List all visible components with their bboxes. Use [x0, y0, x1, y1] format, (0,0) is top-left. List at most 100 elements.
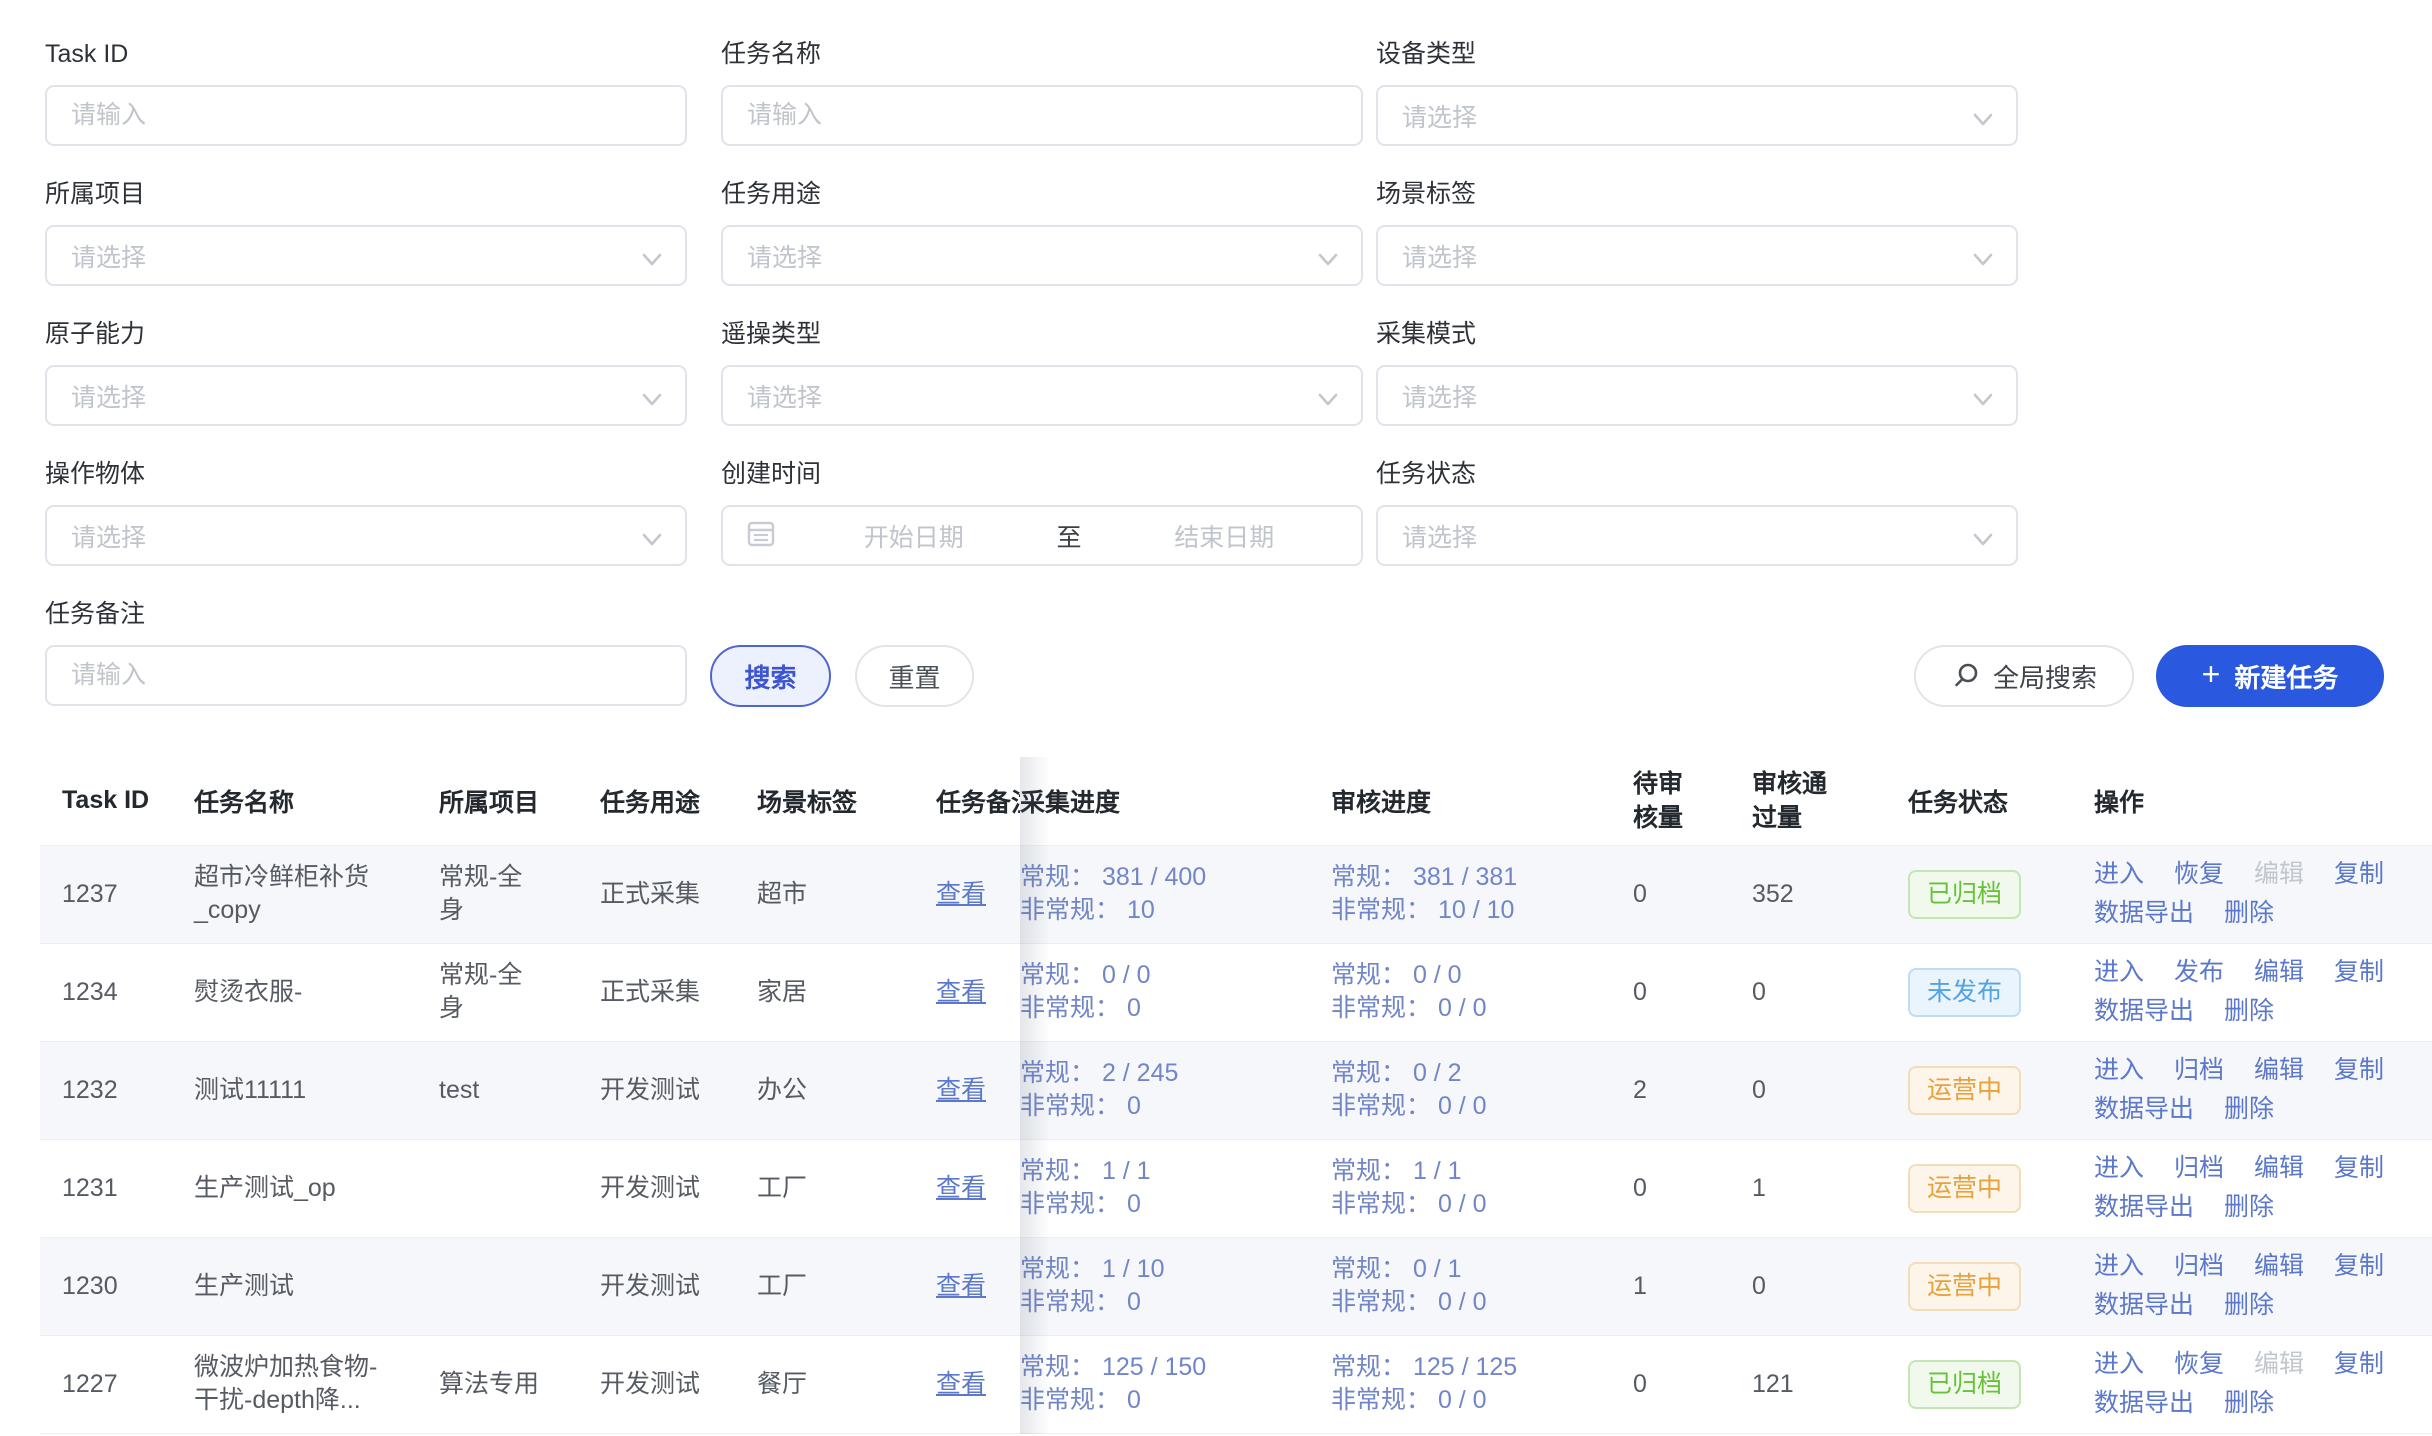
cell-project	[439, 1237, 600, 1335]
select-placeholder: 请选择	[1378, 378, 2016, 414]
cell-approved-count: 121	[1748, 1335, 1908, 1433]
cell-review-progress-irregular: 非常规： 0 / 0	[1331, 1188, 1605, 1221]
action-link[interactable]: 数据导出	[2094, 1093, 2194, 1126]
filter-label: 设备类型	[1376, 40, 2018, 68]
action-link[interactable]: 进入	[2094, 858, 2144, 891]
action-link: 编辑	[2254, 1348, 2304, 1381]
action-link[interactable]: 编辑	[2254, 1152, 2304, 1185]
view-remark-link[interactable]: 查看	[936, 978, 986, 1006]
date-separator: 至	[1051, 518, 1088, 554]
cell-remark: 查看	[924, 1139, 1020, 1237]
cell-remark: 查看	[924, 1237, 1020, 1335]
filter-label: 任务状态	[1376, 460, 2018, 488]
cell-project: test	[439, 1041, 600, 1139]
task-table: Task ID 任务名称 所属项目 任务用途 场景标签 任务备注 采集进度 审核…	[40, 757, 2432, 1434]
action-link[interactable]: 恢复	[2174, 1348, 2224, 1381]
view-remark-link[interactable]: 查看	[936, 1174, 986, 1202]
cell-project: 算法专用	[439, 1335, 600, 1433]
action-link[interactable]: 进入	[2094, 1348, 2144, 1381]
task-purpose-select[interactable]: 请选择	[721, 225, 1363, 286]
action-link[interactable]: 归档	[2174, 1250, 2224, 1283]
view-remark-link[interactable]: 查看	[936, 1272, 986, 1300]
action-link[interactable]: 数据导出	[2094, 1289, 2194, 1322]
collection-mode-select[interactable]: 请选择	[1376, 365, 2018, 426]
select-placeholder: 请选择	[47, 378, 685, 414]
action-link[interactable]: 编辑	[2254, 1054, 2304, 1087]
action-link[interactable]: 复制	[2334, 1054, 2384, 1087]
reset-button[interactable]: 重置	[855, 645, 974, 707]
action-link[interactable]: 进入	[2094, 1152, 2144, 1185]
cell-collect-progress-regular: 常规： 381 / 400	[1020, 861, 1311, 894]
device-type-select[interactable]: 请选择	[1376, 85, 2018, 146]
action-link[interactable]: 编辑	[2254, 1250, 2304, 1283]
action-link[interactable]: 进入	[2094, 1250, 2144, 1283]
filter-label: 任务备注	[45, 600, 687, 628]
cell-task-status: 运营中	[1908, 1041, 2094, 1139]
view-remark-link[interactable]: 查看	[936, 880, 986, 908]
action-link[interactable]: 复制	[2334, 1250, 2384, 1283]
action-link[interactable]: 数据导出	[2094, 995, 2194, 1028]
cell-project: 常规-全身	[439, 943, 600, 1041]
col-actions: 操作	[2094, 757, 2432, 845]
action-link[interactable]: 数据导出	[2094, 1191, 2194, 1224]
new-task-button[interactable]: + 新建任务	[2156, 645, 2384, 707]
view-remark-link[interactable]: 查看	[936, 1076, 986, 1104]
cell-task-name: 微波炉加热食物-干扰-depth降...	[194, 1335, 439, 1433]
cell-task-id: 1232	[40, 1041, 194, 1139]
operation-object-select[interactable]: 请选择	[45, 505, 687, 566]
filter-field-task-name: 任务名称	[721, 40, 1363, 146]
create-time-daterange[interactable]: 开始日期至结束日期	[721, 505, 1363, 566]
teleop-type-select[interactable]: 请选择	[721, 365, 1363, 426]
action-link[interactable]: 编辑	[2254, 956, 2304, 989]
action-link[interactable]: 删除	[2224, 995, 2274, 1028]
select-placeholder: 请选择	[1378, 238, 2016, 274]
action-link[interactable]: 删除	[2224, 1191, 2274, 1224]
action-link[interactable]: 删除	[2224, 897, 2274, 930]
view-remark-link[interactable]: 查看	[936, 1370, 986, 1398]
task-status-select[interactable]: 请选择	[1376, 505, 2018, 566]
cell-task-name: 生产测试	[194, 1237, 439, 1335]
action-link[interactable]: 数据导出	[2094, 897, 2194, 930]
cell-collect-progress: 常规： 0 / 0非常规： 0	[1020, 943, 1331, 1041]
cell-task-id: 1227	[40, 1335, 194, 1433]
action-link[interactable]: 发布	[2174, 956, 2224, 989]
task-remark-input[interactable]	[45, 645, 687, 706]
project-select[interactable]: 请选择	[45, 225, 687, 286]
col-collect-progress: 采集进度	[1020, 757, 1331, 845]
cell-scene-tag: 工厂	[757, 1139, 924, 1237]
atomic-capability-select[interactable]: 请选择	[45, 365, 687, 426]
action-link[interactable]: 复制	[2334, 1152, 2384, 1185]
cell-review-progress-irregular: 非常规： 0 / 0	[1331, 1090, 1605, 1123]
action-link[interactable]: 删除	[2224, 1093, 2274, 1126]
search-button[interactable]: 搜索	[710, 645, 831, 707]
action-link[interactable]: 复制	[2334, 1348, 2384, 1381]
action-link[interactable]: 数据导出	[2094, 1387, 2194, 1420]
col-pending-count: 待审核量	[1625, 757, 1748, 845]
action-link[interactable]: 恢复	[2174, 858, 2224, 891]
task-id-input[interactable]	[45, 85, 687, 146]
action-link[interactable]: 删除	[2224, 1387, 2274, 1420]
action-link[interactable]: 进入	[2094, 956, 2144, 989]
table-header-row: Task ID 任务名称 所属项目 任务用途 场景标签 任务备注 采集进度 审核…	[40, 757, 2432, 845]
cell-scene-tag: 家居	[757, 943, 924, 1041]
search-icon	[1951, 661, 1981, 691]
cell-collect-progress: 常规： 2 / 245非常规： 0	[1020, 1041, 1331, 1139]
cell-scene-tag: 超市	[757, 845, 924, 943]
action-link[interactable]: 归档	[2174, 1054, 2224, 1087]
action-link[interactable]: 进入	[2094, 1054, 2144, 1087]
action-link[interactable]: 复制	[2334, 858, 2384, 891]
action-link[interactable]: 删除	[2224, 1289, 2274, 1322]
filter-label: 操作物体	[45, 460, 687, 488]
task-name-input[interactable]	[721, 85, 1363, 146]
cell-project: 常规-全身	[439, 845, 600, 943]
cell-remark: 查看	[924, 1041, 1020, 1139]
global-search-button[interactable]: 全局搜索	[1914, 645, 2134, 707]
filter-field-scene-tag: 场景标签请选择	[1376, 180, 2018, 286]
cell-review-progress-irregular: 非常规： 0 / 0	[1331, 1384, 1605, 1417]
action-link[interactable]: 复制	[2334, 956, 2384, 989]
action-link[interactable]: 归档	[2174, 1152, 2224, 1185]
select-placeholder: 请选择	[1378, 518, 2016, 554]
cell-review-progress-regular: 常规： 0 / 1	[1331, 1253, 1605, 1286]
cell-approved-count: 352	[1748, 845, 1908, 943]
scene-tag-select[interactable]: 请选择	[1376, 225, 2018, 286]
